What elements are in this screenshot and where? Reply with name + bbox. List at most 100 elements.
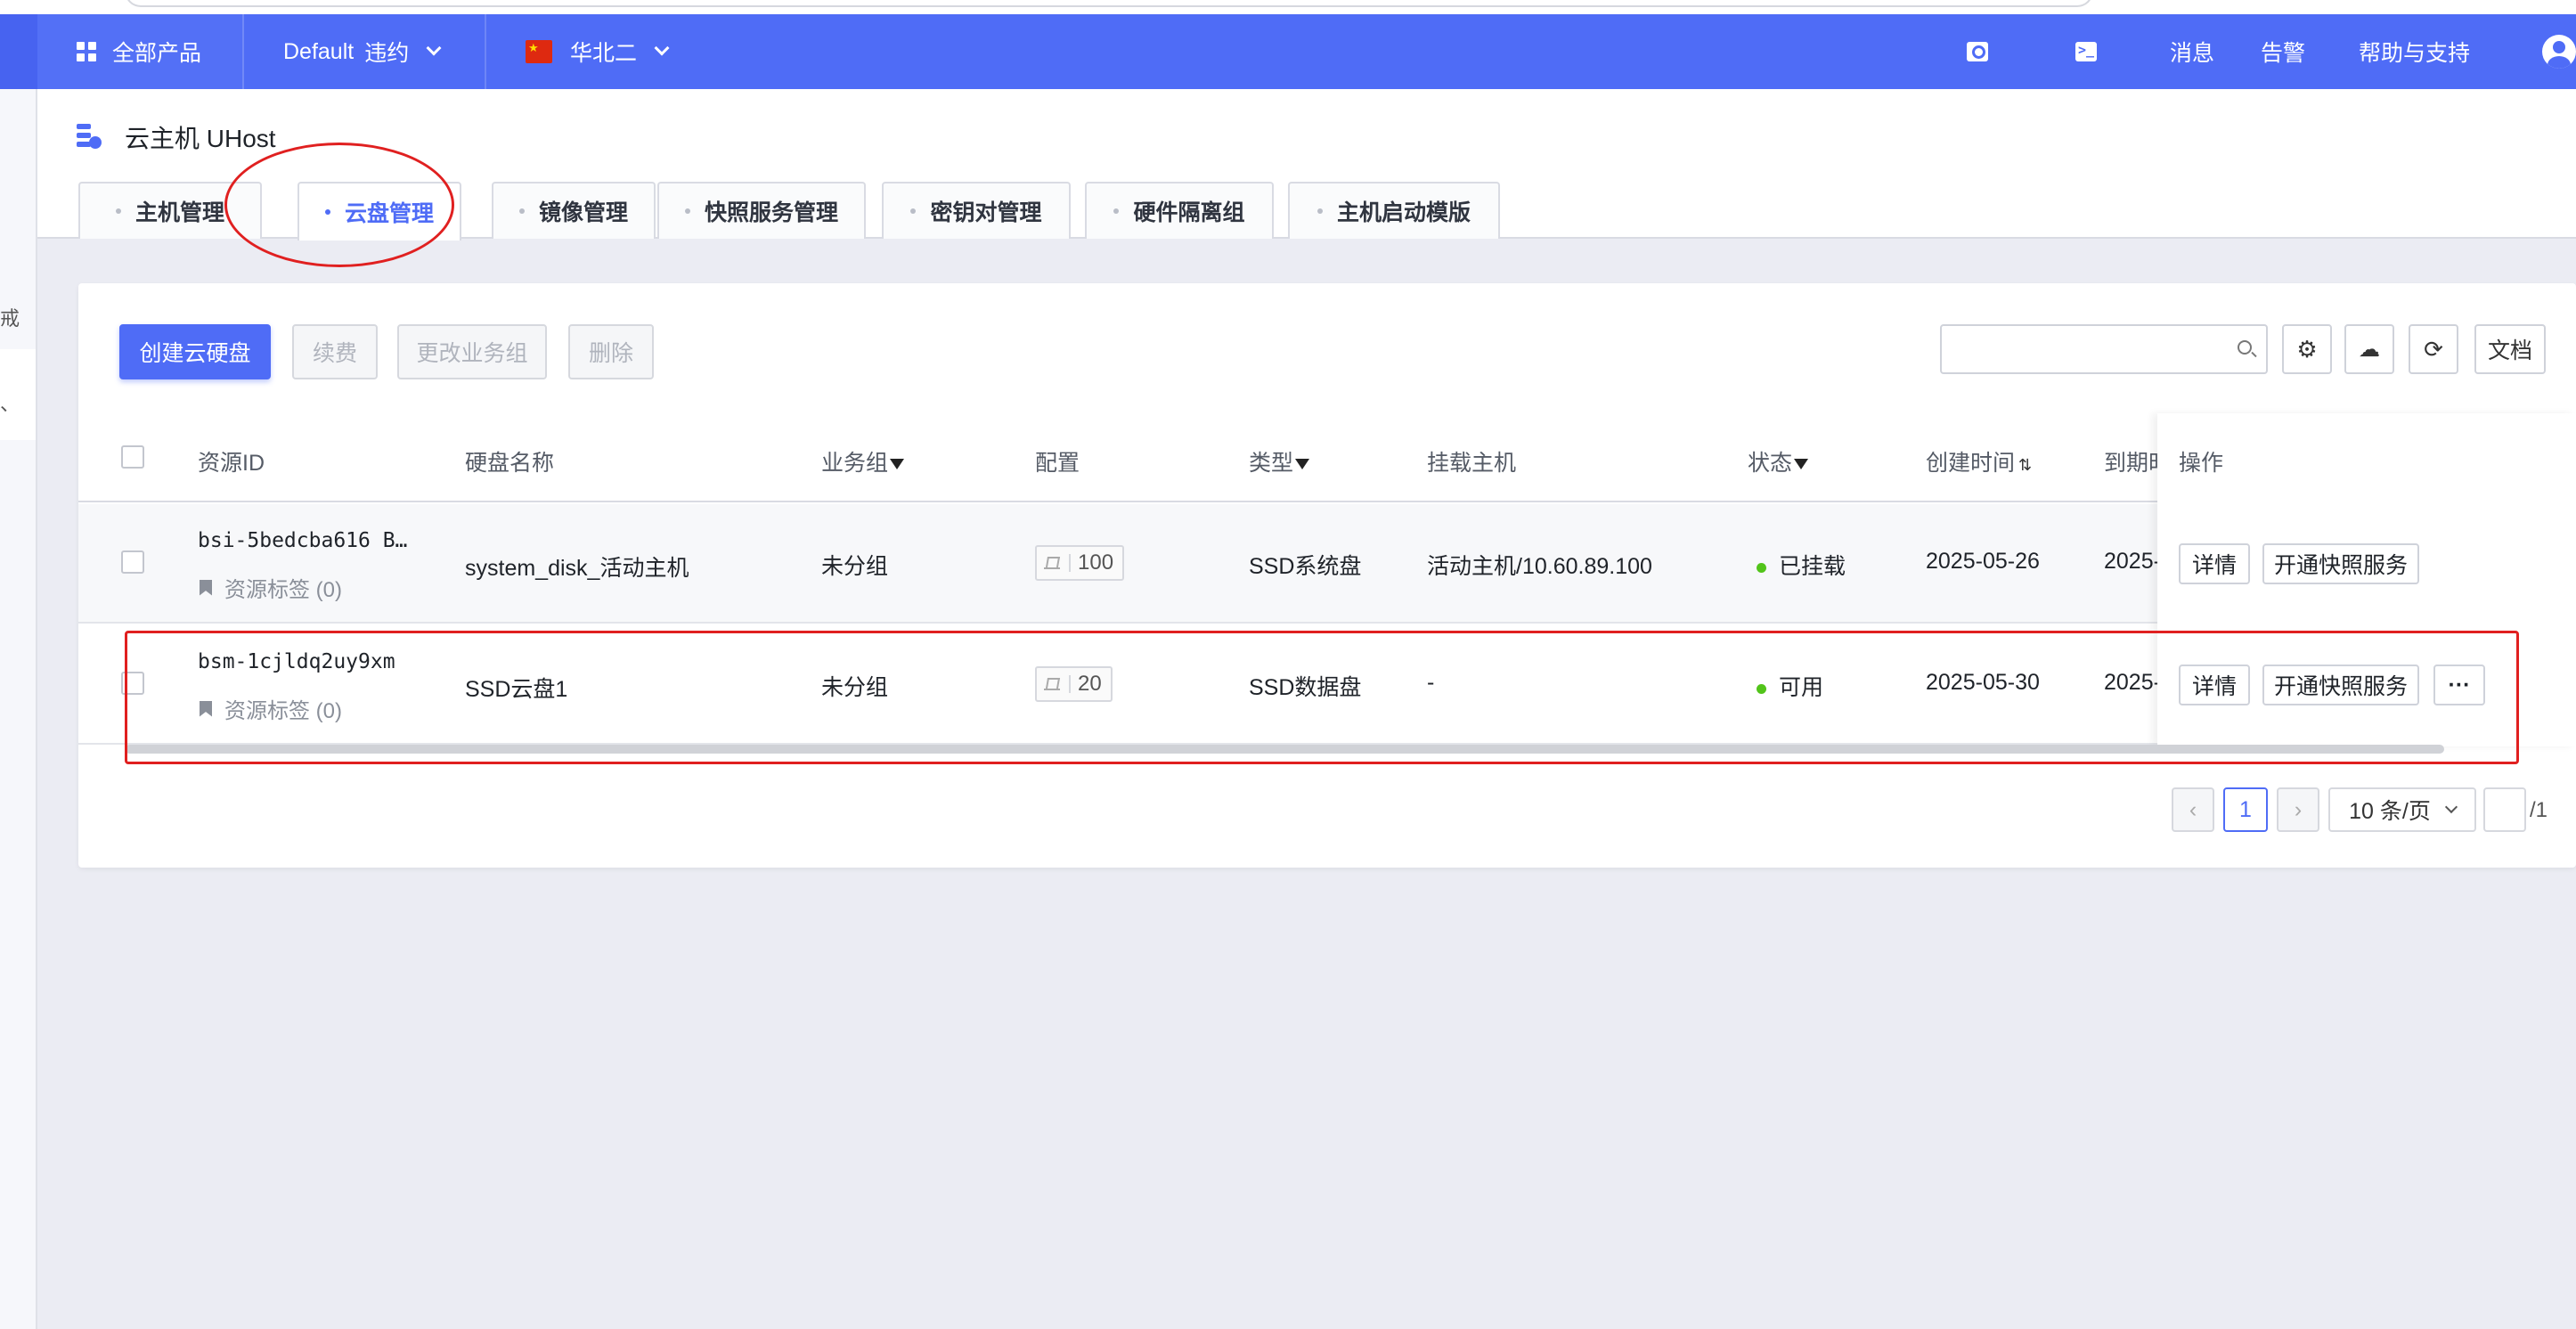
status-dot-icon [1757,562,1766,573]
col-status-label: 状态 [1748,451,1793,476]
tab-label: 快照服务管理 [704,200,838,225]
col-host: 挂载主机 [1427,451,1517,476]
rail-item-a[interactable]: 戒 [0,303,20,331]
created-date: 2025-05-26 [1926,549,2040,574]
browser-strip [0,0,2576,14]
col-config: 配置 [1035,451,1080,476]
next-page-button[interactable]: › [2277,787,2319,832]
nav-left-stub [0,14,37,89]
detail-button[interactable]: 详情 [2179,543,2250,584]
col-disk-name: 硬盘名称 [465,451,555,476]
project-status: 违约 [364,41,410,66]
top-nav: 全部产品 Default 违约 华北二 消息 告警 帮助与支持 [0,14,2576,89]
annotation-rectangle [125,631,2519,764]
row-checkbox[interactable] [121,550,144,574]
col-resource-id: 资源ID [198,451,265,476]
grid-icon [77,42,96,61]
col-created[interactable]: 创建时间 ⇅ [1926,445,2032,477]
gear-icon: ⚙ [2296,335,2318,363]
terminal-nav-button[interactable] [2075,14,2097,89]
col-group[interactable]: 业务组 [821,445,905,477]
tab-label: 镜像管理 [538,200,628,225]
disk-list-card: 创建云硬盘 续费 更改业务组 删除 ⚙ ☁ ⟳ 文档 资源ID 硬盘名称 业务组… [78,283,2576,868]
delete-button[interactable]: 删除 [568,324,654,379]
cloud-download-icon: ☁ [2359,337,2380,362]
search-nav-button[interactable] [1967,14,1988,89]
disk-icon [1044,557,1060,569]
project-label: Default [283,38,355,64]
resource-tag-label: 资源标签 (0) [224,578,342,602]
chevron-down-icon [426,40,442,56]
chevron-down-icon [654,40,670,56]
col-type[interactable]: 类型 [1249,445,1310,477]
tab-label: 主机启动模版 [1336,200,1471,225]
user-avatar-icon [2542,35,2576,69]
tab-snapshot-management[interactable]: 快照服务管理 [657,182,866,239]
filter-icon[interactable] [1295,459,1310,470]
page-title-text: 云主机 UHost [125,125,276,152]
search-input[interactable] [1940,324,2268,374]
messages-link[interactable]: 消息 [2170,14,2214,89]
uhost-icon [77,124,102,151]
bookmark-icon [200,579,212,596]
project-selector[interactable]: Default 违约 [244,14,486,89]
create-disk-button[interactable]: 创建云硬盘 [119,324,271,379]
settings-button[interactable]: ⚙ [2282,324,2332,374]
tab-image-management[interactable]: 镜像管理 [492,182,656,239]
expire-date: 2025- [2104,549,2161,574]
change-group-button[interactable]: 更改业务组 [397,324,547,379]
renew-button[interactable]: 续费 [292,324,378,379]
mounted-host[interactable]: 活动主机/10.60.89.100 [1427,549,1652,581]
resource-id[interactable]: bsi-5bedcba616 B… [198,529,407,552]
col-actions: 操作 [2179,451,2224,476]
disk-size: 100 [1078,550,1114,575]
tab-label: 硬件隔离组 [1133,200,1245,225]
rail-item-b[interactable]: 、 [0,388,20,417]
status-text: 已挂载 [1779,554,1846,579]
refresh-icon: ⟳ [2424,335,2443,363]
col-group-label: 业务组 [821,451,889,476]
search-icon [2238,340,2252,355]
page-size-select[interactable]: 10 条/页 [2328,787,2476,832]
filter-icon[interactable] [1794,459,1809,470]
account-button[interactable] [2542,14,2576,89]
filter-icon[interactable] [890,459,905,470]
enable-snapshot-button[interactable]: 开通快照服务 [2262,543,2419,584]
address-bar[interactable] [125,0,2093,7]
tab-isolation-group[interactable]: 硬件隔离组 [1085,182,1274,239]
prev-page-button[interactable]: ‹ [2172,787,2214,832]
sort-icon[interactable]: ⇅ [2018,456,2032,475]
region-label: 华北二 [570,41,638,66]
col-status[interactable]: 状态 [1748,445,1809,477]
disk-type: SSD系统盘 [1249,554,1362,579]
left-rail: 戒 、 [0,89,37,1329]
chevron-down-icon [2444,800,2458,814]
page-size-label: 10 条/页 [2349,799,2431,824]
all-products-menu[interactable]: 全部产品 [37,14,244,89]
tab-keypair-management[interactable]: 密钥对管理 [882,182,1071,239]
search-icon [1967,42,1988,61]
tab-launch-template[interactable]: 主机启动模版 [1288,182,1500,239]
disk-name: system_disk_活动主机 [465,556,689,581]
refresh-button[interactable]: ⟳ [2409,324,2458,374]
col-created-label: 创建时间 [1926,451,2016,476]
help-link[interactable]: 帮助与支持 [2359,14,2470,89]
china-flag-icon [526,40,552,63]
page-jump-input[interactable] [2483,787,2526,832]
all-products-label: 全部产品 [112,41,202,66]
total-pages: /1 [2530,798,2548,822]
annotation-ellipse [224,143,454,267]
current-page[interactable]: 1 [2223,787,2268,832]
download-button[interactable]: ☁ [2344,324,2394,374]
alerts-link[interactable]: 告警 [2261,14,2305,89]
select-all-checkbox[interactable] [121,445,144,469]
group-value: 未分组 [821,554,889,579]
config-badge: 100 [1035,545,1125,581]
resource-tag-link[interactable]: 资源标签 (0) [200,572,342,603]
col-type-label: 类型 [1249,451,1294,476]
terminal-icon [2075,42,2097,61]
status-badge: 已挂载 [1757,549,1846,581]
docs-button[interactable]: 文档 [2474,324,2546,374]
region-selector[interactable]: 华北二 [486,14,709,89]
tab-label: 主机管理 [135,200,224,225]
